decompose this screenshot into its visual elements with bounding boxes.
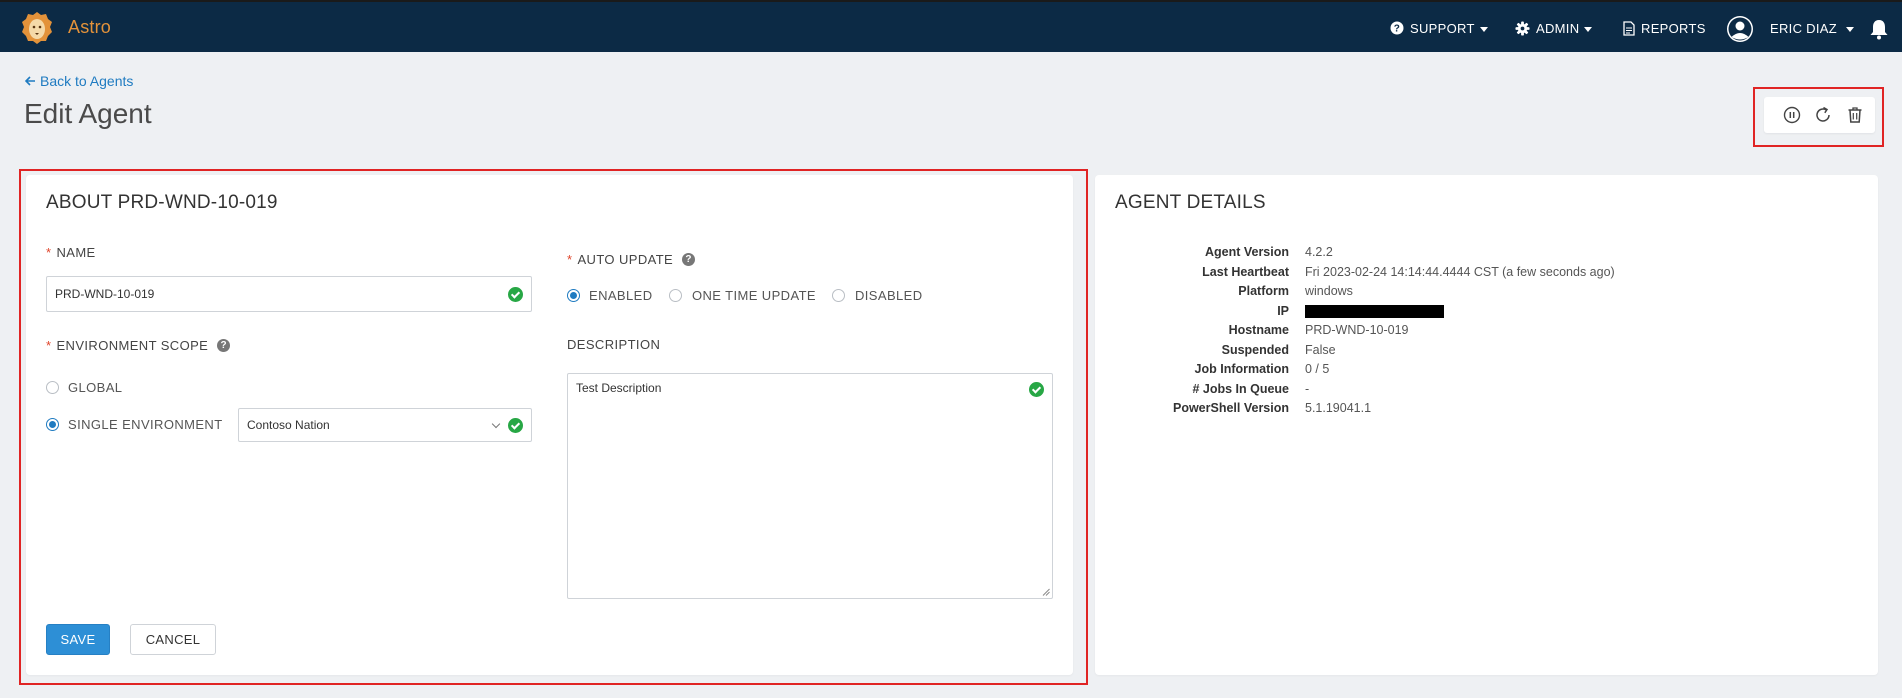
radio-env-global[interactable] <box>46 381 59 394</box>
question-circle-icon: ? <box>1390 21 1404 35</box>
app-name[interactable]: Astro <box>68 17 111 38</box>
user-menu[interactable]: ERIC DIAZ <box>1770 19 1854 37</box>
detail-value-ip <box>1305 302 1444 322</box>
detail-key: Suspended <box>1221 342 1289 357</box>
detail-key: # Jobs In Queue <box>1192 381 1289 396</box>
redacted-block <box>1305 304 1444 318</box>
description-label-text: DESCRIPTION <box>567 337 661 352</box>
required-asterisk: * <box>567 252 573 267</box>
description-label: DESCRIPTION <box>567 337 660 352</box>
radio-auto-update-disabled-label[interactable]: DISABLED <box>855 288 923 303</box>
name-field-label: * NAME <box>46 245 96 260</box>
resize-handle-icon[interactable] <box>1042 588 1050 596</box>
detail-key: IP <box>1277 303 1289 318</box>
back-to-agents-link[interactable]: Back to Agents <box>25 73 133 89</box>
top-navigation-bar: Astro ? SUPPORT ADMIN REPORTS ERIC DIAZ <box>0 0 1902 52</box>
detail-value-hostname: PRD-WND-10-019 <box>1305 323 1409 337</box>
nav-reports-link[interactable]: REPORTS <box>1623 19 1706 37</box>
nav-support-menu[interactable]: ? SUPPORT <box>1390 19 1488 37</box>
help-icon[interactable]: ? <box>217 339 231 352</box>
radio-env-single[interactable] <box>46 418 59 431</box>
detail-key: Last Heartbeat <box>1202 264 1289 279</box>
cancel-button[interactable]: CANCEL <box>130 624 216 655</box>
back-link-label: Back to Agents <box>40 73 134 89</box>
name-input-value: PRD-WND-10-019 <box>55 287 155 301</box>
pause-icon[interactable] <box>1782 105 1802 125</box>
detail-value-agent-version: 4.2.2 <box>1305 245 1333 259</box>
description-textarea[interactable]: Test Description <box>567 373 1053 599</box>
radio-env-global-label[interactable]: GLOBAL <box>68 380 122 395</box>
lion-logo-icon[interactable] <box>21 11 53 45</box>
caret-down-icon <box>1479 26 1488 32</box>
radio-env-single-label[interactable]: SINGLE ENVIRONMENT <box>68 417 223 432</box>
check-circle-icon <box>1029 382 1044 397</box>
caret-down-icon <box>1584 26 1593 32</box>
page-title: Edit Agent <box>24 98 152 129</box>
about-agent-panel: ABOUT PRD-WND-10-019 * NAME PRD-WND-10-0… <box>26 175 1073 675</box>
auto-update-label-text: AUTO UPDATE <box>577 252 674 267</box>
svg-text:?: ? <box>1394 24 1400 35</box>
detail-key: Agent Version <box>1204 245 1289 259</box>
caret-down-icon <box>1845 26 1854 32</box>
name-input[interactable]: PRD-WND-10-019 <box>46 276 532 312</box>
environment-scope-label: * ENVIRONMENT SCOPE ? <box>46 338 231 353</box>
chevron-down-icon <box>491 419 501 429</box>
detail-value-job-information: 0 / 5 <box>1305 362 1330 376</box>
detail-value-last-heartbeat: Fri 2023-02-24 14:14:44.4444 CST (a few … <box>1305 264 1615 279</box>
nav-admin-label: ADMIN <box>1536 20 1580 36</box>
nav-support-label: SUPPORT <box>1410 20 1475 36</box>
check-circle-icon <box>508 418 523 433</box>
detail-value-jobs-in-queue: - <box>1305 381 1310 396</box>
agent-details-table: Agent Version Last Heartbeat Platform IP… <box>1095 243 1878 443</box>
detail-key: Hostname <box>1228 323 1289 337</box>
detail-key: Platform <box>1238 284 1289 298</box>
auto-update-label: * AUTO UPDATE ? <box>567 252 696 267</box>
agent-action-toolbar <box>1764 97 1875 133</box>
about-panel-title: ABOUT PRD-WND-10-019 <box>46 192 278 213</box>
user-name-label: ERIC DIAZ <box>1770 20 1837 36</box>
agent-details-title: AGENT DETAILS <box>1115 192 1266 213</box>
arrow-left-icon <box>25 76 35 86</box>
detail-value-powershell-version: 5.1.19041.1 <box>1305 401 1372 415</box>
radio-auto-update-one-time[interactable] <box>669 289 682 302</box>
user-avatar-icon[interactable] <box>1726 15 1754 43</box>
radio-auto-update-enabled[interactable] <box>567 289 580 302</box>
required-asterisk: * <box>46 245 52 260</box>
radio-auto-update-one-time-label[interactable]: ONE TIME UPDATE <box>692 288 816 303</box>
environment-select-value: Contoso Nation <box>247 418 330 432</box>
agent-details-panel: AGENT DETAILS Agent Version Last Heartbe… <box>1095 175 1878 675</box>
refresh-icon[interactable] <box>1813 105 1833 125</box>
name-label-text: NAME <box>56 245 96 260</box>
document-icon <box>1623 20 1635 36</box>
required-asterisk: * <box>46 338 52 353</box>
environment-scope-label-text: ENVIRONMENT SCOPE <box>56 338 209 353</box>
description-value: Test Description <box>576 381 662 395</box>
bell-icon[interactable] <box>1868 18 1890 40</box>
trash-icon[interactable] <box>1845 105 1865 125</box>
detail-key: PowerShell Version <box>1172 401 1289 415</box>
radio-auto-update-disabled[interactable] <box>832 289 845 302</box>
detail-value-platform: windows <box>1305 284 1353 298</box>
radio-auto-update-enabled-label[interactable]: ENABLED <box>589 288 653 303</box>
gear-icon <box>1515 20 1530 36</box>
save-button[interactable]: SAVE <box>46 624 110 655</box>
nav-reports-label: REPORTS <box>1641 20 1706 36</box>
help-icon[interactable]: ? <box>682 253 696 266</box>
environment-select[interactable]: Contoso Nation <box>238 408 532 442</box>
detail-value-suspended: False <box>1305 342 1336 357</box>
check-circle-icon <box>508 287 523 302</box>
nav-admin-menu[interactable]: ADMIN <box>1515 19 1593 37</box>
detail-key: Job Information <box>1194 362 1289 376</box>
